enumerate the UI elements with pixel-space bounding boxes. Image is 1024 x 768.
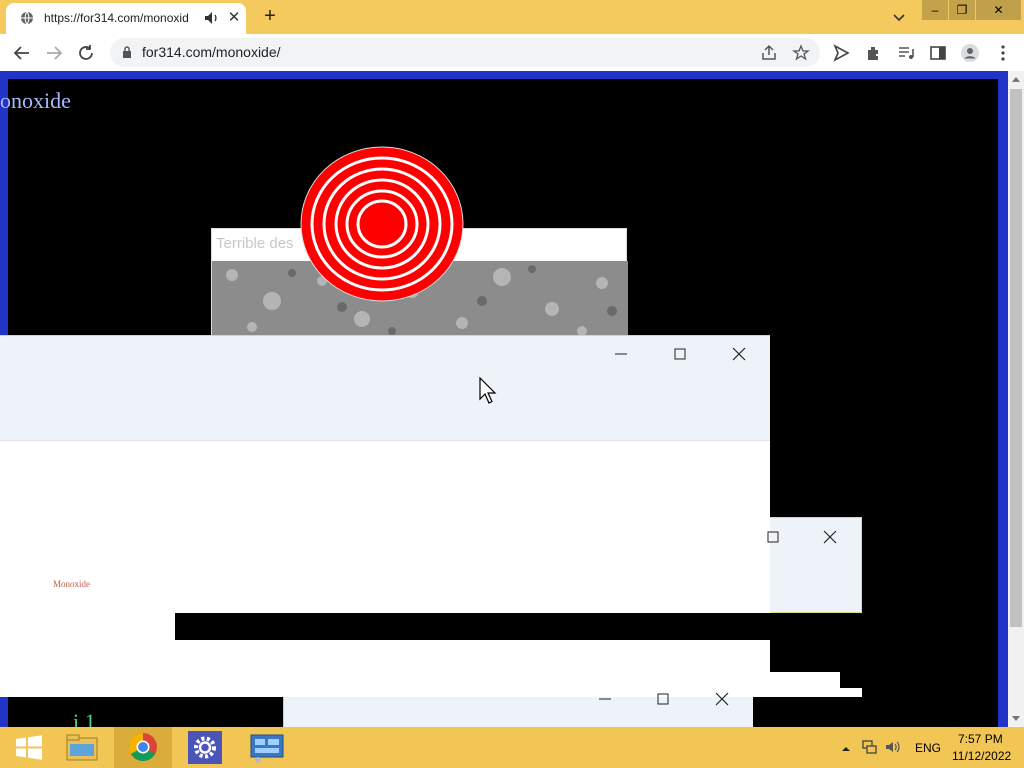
glitched-window-right[interactable] [767, 517, 862, 613]
input-language[interactable]: ENG [915, 741, 941, 755]
window-restore-button[interactable]: ❐ [949, 0, 975, 20]
mouse-cursor-icon [479, 377, 497, 404]
close-icon[interactable] [818, 525, 842, 549]
maximize-icon[interactable] [651, 687, 675, 711]
clock-date[interactable]: 11/12/2022 [952, 749, 1011, 763]
glitched-window-bottom-left[interactable]: i 1 [23, 697, 283, 727]
address-bar[interactable]: for314.com/monoxide/ [110, 38, 820, 67]
tab-close-icon[interactable]: ✕ [226, 9, 242, 27]
screen: https://for314.com/monoxid ✕ + – ❐ ✕ for… [0, 0, 1024, 768]
glitched-window-main[interactable]: Monoxide [0, 335, 770, 697]
window-header [0, 336, 770, 441]
chevron-down-icon[interactable] [890, 8, 908, 26]
back-icon[interactable] [11, 42, 33, 64]
control-panel-icon[interactable] [238, 727, 296, 768]
extensions-icon[interactable] [864, 43, 884, 63]
audio-playing-icon[interactable] [204, 11, 220, 25]
url-text: for314.com/monoxide/ [142, 44, 281, 60]
taskbar: ENG 7:57 PM 11/12/2022 [0, 727, 1024, 768]
glitched-window-bottom[interactable] [283, 692, 753, 727]
window-minimize-button[interactable]: – [922, 0, 948, 20]
glitch-band [770, 672, 840, 688]
window-label: Monoxide [53, 579, 90, 589]
profile-icon[interactable] [960, 43, 980, 63]
close-icon[interactable] [727, 342, 751, 366]
close-icon[interactable] [710, 687, 734, 711]
browser-titlebar: https://for314.com/monoxid ✕ + – ❐ ✕ [0, 0, 1024, 34]
scroll-thumb[interactable] [1010, 89, 1022, 627]
forward-icon[interactable] [43, 42, 65, 64]
file-explorer-icon[interactable] [52, 727, 110, 768]
new-tab-button[interactable]: + [259, 5, 281, 27]
side-panel-icon[interactable] [928, 43, 948, 63]
browser-toolbar: for314.com/monoxide/ [0, 34, 1024, 71]
window-bottom-text: i 1 [73, 709, 96, 727]
network-icon[interactable] [861, 739, 877, 755]
tab-title: https://for314.com/monoxid [44, 11, 189, 25]
star-icon[interactable] [792, 44, 810, 62]
glitch-band [175, 613, 770, 640]
menu-icon[interactable] [993, 43, 1013, 63]
page-scrollbar[interactable] [1008, 71, 1024, 727]
settings-icon[interactable] [176, 727, 234, 768]
red-target-graphic [300, 146, 464, 302]
page-title: onoxide [0, 88, 71, 113]
lock-icon[interactable] [122, 46, 132, 58]
share-icon[interactable] [760, 44, 778, 62]
volume-icon[interactable] [885, 739, 901, 755]
clock-time[interactable]: 7:57 PM [958, 732, 1003, 746]
window-close-button[interactable]: ✕ [976, 0, 1021, 20]
maximize-icon[interactable] [761, 525, 785, 549]
reload-icon[interactable] [75, 42, 97, 64]
media-control-icon[interactable] [896, 43, 916, 63]
show-hidden-icons-icon[interactable] [838, 741, 854, 757]
send-icon[interactable] [831, 43, 851, 63]
globe-icon [21, 11, 33, 25]
glitch-band [770, 613, 862, 672]
maximize-icon[interactable] [668, 342, 692, 366]
browser-tab[interactable]: https://for314.com/monoxid ✕ [6, 3, 246, 34]
scroll-up-arrow[interactable] [1012, 77, 1020, 82]
minimize-icon[interactable] [593, 687, 617, 711]
minimize-icon[interactable] [609, 342, 633, 366]
scroll-down-arrow[interactable] [1012, 716, 1020, 721]
start-icon[interactable] [0, 727, 58, 768]
chrome-icon[interactable] [114, 727, 172, 768]
glitch-band [770, 688, 862, 697]
stone-caption: Terrible des [216, 235, 294, 252]
